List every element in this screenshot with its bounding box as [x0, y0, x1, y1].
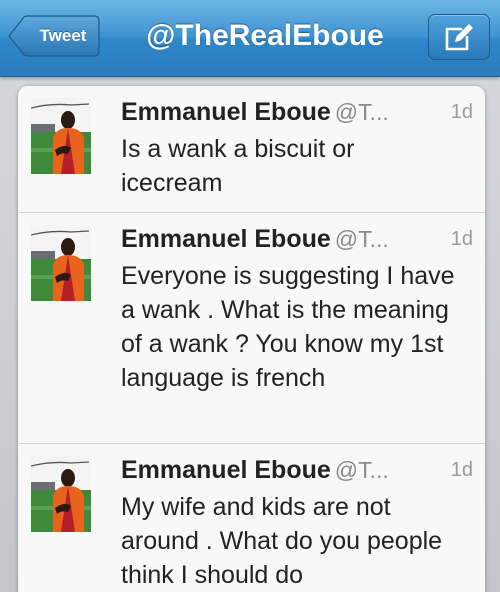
avatar[interactable] [31, 456, 91, 532]
back-button-label: Tweet [39, 26, 87, 45]
tweet-timestamp: 1d [450, 228, 473, 250]
avatar[interactable] [31, 98, 91, 174]
page-title: @TheRealEboue [146, 19, 384, 52]
compose-icon [445, 24, 473, 51]
tweet-timestamp: 1d [450, 459, 473, 481]
compose-button[interactable] [428, 14, 490, 60]
tweet-timeline[interactable]: Emmanuel Eboue @T... 1d Is a wank a biscu… [18, 86, 485, 592]
author-handle: @T... [334, 99, 389, 125]
back-button[interactable]: Tweet [8, 15, 100, 57]
author-name[interactable]: Emmanuel Eboue [121, 225, 331, 253]
tweet-text: Is a wank a biscuit or icecream [121, 135, 355, 197]
author-handle: @T... [334, 457, 389, 483]
tweet-item[interactable]: Emmanuel Eboue @T... 1d Everyone is sugge… [18, 213, 485, 444]
tweet-text: My wife and kids are not around . What d… [121, 493, 443, 589]
navigation-bar: Tweet @TheRealEboue [0, 0, 500, 77]
tweet-content: Emmanuel Eboue @T... 1d Everyone is sugge… [121, 219, 473, 395]
twitter-profile-screen: Tweet @TheRealEboue Emmanuel Eboue @T...… [0, 0, 500, 592]
avatar[interactable] [31, 225, 91, 301]
tweet-timestamp: 1d [450, 101, 473, 123]
tweet-text: Everyone is suggesting I have a wank . W… [121, 262, 455, 392]
tweet-content: Emmanuel Eboue @T... 1d Is a wank a biscu… [121, 92, 473, 200]
tweet-item[interactable]: Emmanuel Eboue @T... 1d Is a wank a biscu… [18, 86, 485, 213]
author-handle: @T... [334, 226, 389, 252]
author-name[interactable]: Emmanuel Eboue [121, 456, 331, 484]
tweet-item[interactable]: Emmanuel Eboue @T... 1d My wife and kids … [18, 444, 485, 592]
tweet-header: Emmanuel Eboue @T... 1d [121, 450, 473, 490]
tweet-header: Emmanuel Eboue @T... 1d [121, 219, 473, 259]
author-name[interactable]: Emmanuel Eboue [121, 98, 331, 126]
tweet-content: Emmanuel Eboue @T... 1d My wife and kids … [121, 450, 473, 592]
tweet-header: Emmanuel Eboue @T... 1d [121, 92, 473, 132]
